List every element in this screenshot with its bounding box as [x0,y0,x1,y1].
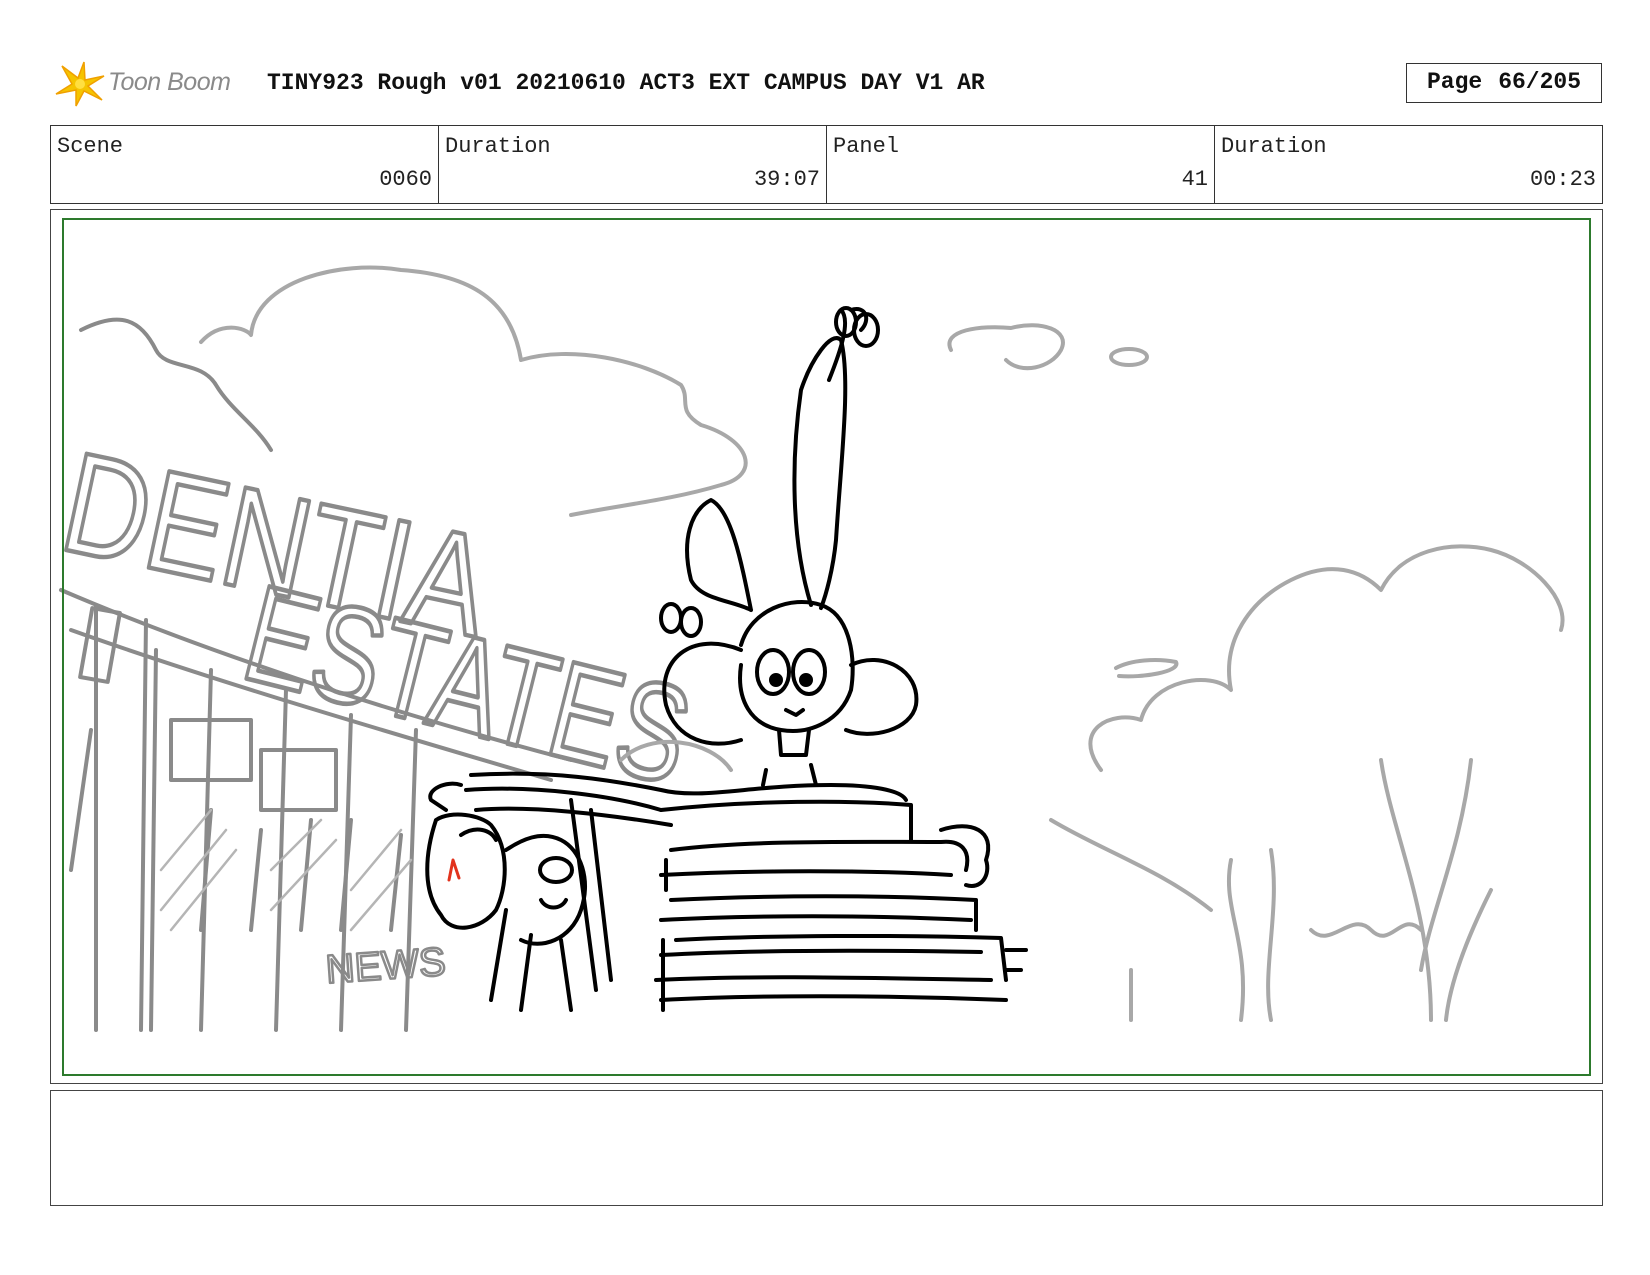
page-label: Page [1426,69,1483,95]
storyboard-panel-frame: DENTIA ESTATES NEWS [50,209,1603,1084]
page-header: Toon Boom TINY923 Rough v01 20210610 ACT… [50,58,1602,110]
panel-value: 41 [1181,167,1208,192]
scene-duration-cell: Duration 39:07 [439,126,827,203]
panel-cell: Panel 41 [827,126,1215,203]
panel-label: Panel [833,134,900,159]
page-number: 66/205 [1498,69,1582,95]
logo-text: Toon Boom [108,68,231,96]
scene-duration-value: 39:07 [753,167,820,192]
toon-boom-logo: Toon Boom [50,58,250,110]
page-counter: Page 66/205 [1406,63,1602,103]
star-burst-icon [55,61,105,107]
storyboard-sketch: DENTIA ESTATES NEWS [51,265,1565,1032]
scene-cell: Scene 0060 [51,126,439,203]
panel-info-row: Scene 0060 Duration 39:07 Panel 41 Durat… [50,125,1603,204]
scene-value: 0060 [379,167,432,192]
scene-duration-label: Duration [445,134,551,159]
panel-duration-cell: Duration 00:23 [1215,126,1602,203]
news-sign-text: NEWS [324,940,447,992]
scene-label: Scene [57,134,124,159]
document-title: TINY923 Rough v01 20210610 ACT3 EXT CAMP… [267,70,985,96]
panel-notes-box[interactable] [50,1090,1603,1206]
panel-duration-value: 00:23 [1529,167,1596,192]
panel-duration-label: Duration [1221,134,1327,159]
